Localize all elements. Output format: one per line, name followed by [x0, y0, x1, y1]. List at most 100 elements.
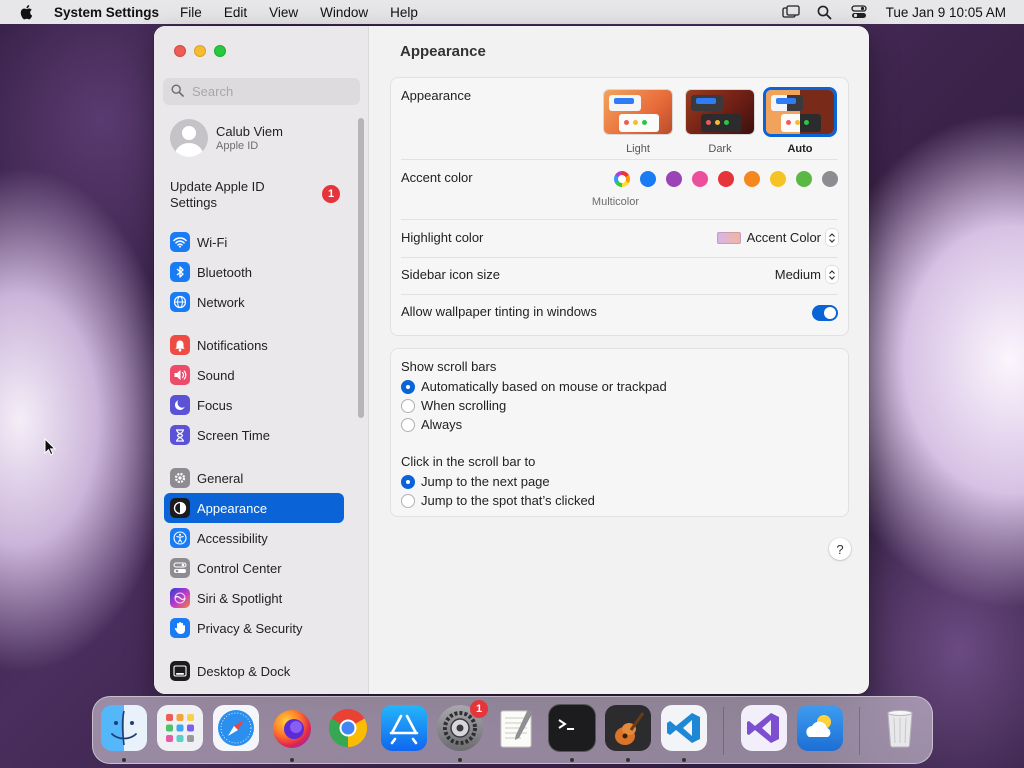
safari-icon[interactable]: [213, 705, 259, 751]
screen-mirroring-icon[interactable]: [782, 4, 800, 20]
sidebar-item-focus[interactable]: Focus: [164, 390, 344, 420]
radio-button[interactable]: [401, 398, 415, 413]
radio-label: Jump to the spot that’s clicked: [421, 493, 595, 508]
appearance-option-label: Dark: [708, 143, 732, 155]
appearance-icon: [170, 498, 190, 518]
menu-edit[interactable]: Edit: [224, 5, 247, 20]
menu-clock[interactable]: Tue Jan 9 10:05 AM: [886, 5, 1006, 20]
appearance-option-dark[interactable]: Dark: [684, 90, 756, 155]
user-name: Calub Viem: [216, 124, 283, 139]
accent-green-swatch[interactable]: [796, 171, 812, 187]
chevron-up-down-icon: [826, 229, 838, 246]
sidebar-icon-size-select[interactable]: Medium: [775, 266, 838, 283]
sidebar-item-sound[interactable]: Sound: [164, 360, 344, 390]
launchpad-icon[interactable]: [157, 705, 203, 751]
minimize-button[interactable]: [194, 45, 206, 57]
sidebar-search[interactable]: [163, 78, 360, 105]
sidebar-item-siri-spotlight[interactable]: Siri & Spotlight: [164, 583, 344, 613]
sidebar-item-privacy-security[interactable]: Privacy & Security: [164, 613, 344, 643]
textedit-icon[interactable]: [493, 705, 539, 751]
appearance-option-light[interactable]: Light: [602, 90, 674, 155]
sidebar-item-screen-time[interactable]: Screen Time: [164, 420, 344, 450]
running-indicator: [682, 758, 686, 762]
apple-logo-icon[interactable]: [19, 4, 35, 20]
help-button[interactable]: ?: [829, 538, 851, 560]
accent-graphite-swatch[interactable]: [822, 171, 838, 187]
auto-mode-thumbnail: [766, 90, 834, 134]
scroll-bars-option-always[interactable]: Always: [401, 417, 462, 432]
menu-help[interactable]: Help: [390, 5, 418, 20]
sidebar-item-bluetooth[interactable]: Bluetooth: [164, 257, 344, 287]
wallpaper-tinting-toggle[interactable]: [812, 305, 838, 321]
radio-button[interactable]: [401, 417, 415, 432]
radio-label: Automatically based on mouse or trackpad: [421, 379, 667, 394]
accent-red-swatch[interactable]: [718, 171, 734, 187]
chevron-up-down-icon: [826, 266, 838, 283]
click-scroll-option-spot-clicked[interactable]: Jump to the spot that’s clicked: [401, 493, 595, 508]
app-store-icon[interactable]: [381, 705, 427, 751]
accent-yellow-swatch[interactable]: [770, 171, 786, 187]
visual-studio-icon[interactable]: [741, 705, 787, 751]
dock-badge: 1: [470, 700, 488, 718]
menu-view[interactable]: View: [269, 5, 298, 20]
highlight-color-row: Highlight color Accent Color: [401, 229, 838, 248]
sidebar-item-label: Appearance: [197, 500, 268, 516]
vscode-icon[interactable]: [661, 705, 707, 751]
click-scroll-bar-label: Click in the scroll bar to: [401, 454, 536, 469]
click-scroll-option-next-page[interactable]: Jump to the next page: [401, 474, 550, 489]
accent-blue-swatch[interactable]: [640, 171, 656, 187]
divider: [401, 294, 838, 295]
divider: [401, 257, 838, 258]
accessibility-icon: [170, 528, 190, 548]
sidebar-item-notifications[interactable]: Notifications: [164, 330, 344, 360]
menu-bar: System Settings File Edit View Window He…: [0, 0, 1024, 24]
highlight-color-value: Accent Color: [746, 230, 821, 245]
sidebar-item-network[interactable]: Network: [164, 287, 344, 317]
running-indicator: [458, 758, 462, 762]
accent-orange-swatch[interactable]: [744, 171, 760, 187]
finder-icon[interactable]: [101, 705, 147, 751]
highlight-color-select[interactable]: Accent Color: [716, 229, 838, 246]
search-input[interactable]: [192, 84, 342, 99]
appearance-option-auto[interactable]: Auto: [764, 90, 836, 155]
zoom-button[interactable]: [214, 45, 226, 57]
sidebar-item-label: Wi-Fi: [197, 234, 228, 250]
accent-multicolor-swatch[interactable]: [614, 171, 630, 187]
firefox-icon[interactable]: [269, 705, 315, 751]
divider: [401, 159, 838, 160]
close-button[interactable]: [174, 45, 186, 57]
sidebar-item-accessibility[interactable]: Accessibility: [164, 523, 344, 553]
radio-button[interactable]: [401, 379, 415, 394]
accent-color-label: Accent color: [401, 170, 473, 185]
radio-button[interactable]: [401, 474, 415, 489]
sidebar-item-wifi[interactable]: Wi-Fi: [164, 227, 344, 257]
menu-app-name[interactable]: System Settings: [54, 5, 159, 20]
sidebar-item-appearance[interactable]: Appearance: [164, 493, 344, 523]
radio-button[interactable]: [401, 493, 415, 508]
sidebar-item-control-center[interactable]: Control Center: [164, 553, 344, 583]
control-center-icon[interactable]: [850, 4, 868, 20]
trash-icon[interactable]: [877, 705, 923, 751]
update-apple-id-row[interactable]: Update Apple ID Settings 1: [170, 179, 340, 211]
terminal-icon[interactable]: [549, 705, 595, 751]
scroll-bars-option-automatic[interactable]: Automatically based on mouse or trackpad: [401, 379, 667, 394]
appearance-group: Appearance Light Dark Auto Accent color …: [390, 77, 849, 336]
running-indicator: [122, 758, 126, 762]
scroll-bars-option-when-scrolling[interactable]: When scrolling: [401, 398, 506, 413]
highlight-color-label: Highlight color: [401, 230, 484, 245]
chrome-icon[interactable]: [325, 705, 371, 751]
sidebar-item-label: Sound: [197, 367, 235, 383]
accent-purple-swatch[interactable]: [666, 171, 682, 187]
apple-id-row[interactable]: Calub Viem Apple ID: [170, 119, 283, 157]
sidebar-item-general[interactable]: General: [164, 463, 344, 493]
sidebar-item-desktop-dock[interactable]: Desktop & Dock: [164, 656, 344, 686]
sidebar-scrollbar[interactable]: [358, 118, 364, 418]
menu-window[interactable]: Window: [320, 5, 368, 20]
weather-icon[interactable]: [797, 705, 843, 751]
globe-icon: [170, 292, 190, 312]
garageband-icon[interactable]: [605, 705, 651, 751]
accent-pink-swatch[interactable]: [692, 171, 708, 187]
menu-file[interactable]: File: [180, 5, 202, 20]
search-icon[interactable]: [816, 4, 834, 20]
radio-label: Always: [421, 417, 463, 432]
